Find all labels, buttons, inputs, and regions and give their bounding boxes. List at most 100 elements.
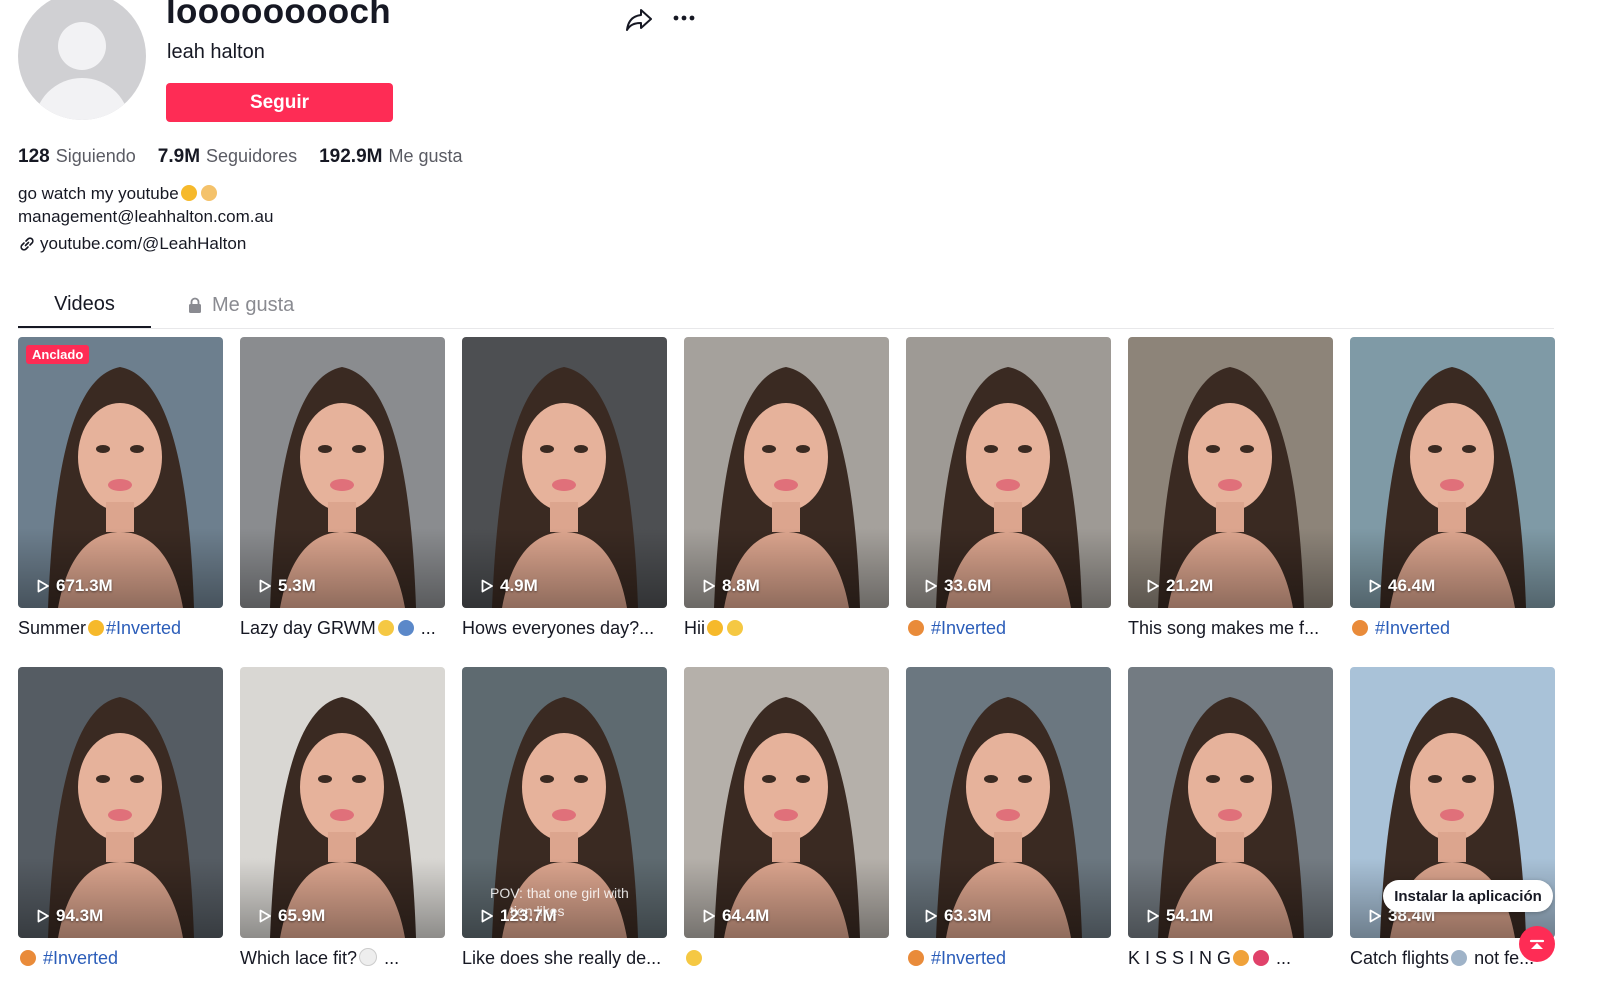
- emoji-icon: [707, 620, 723, 636]
- view-count-text: 94.3M: [56, 906, 104, 925]
- thumbnail-image: [684, 337, 889, 608]
- caption-hashtag[interactable]: #Inverted: [106, 618, 181, 638]
- play-icon: [37, 909, 49, 923]
- heart-emoji-icon: [359, 948, 378, 966]
- pinned-badge: Anclado: [26, 345, 90, 364]
- video-card[interactable]: 94.3M #Inverted: [18, 667, 223, 970]
- video-thumbnail[interactable]: 21.2M: [1128, 337, 1333, 608]
- avatar-body-shape: [34, 78, 130, 120]
- video-view-count: 63.3M: [924, 906, 991, 926]
- video-card[interactable]: 8.8M Hii: [684, 337, 889, 640]
- view-count-text: 8.8M: [722, 576, 760, 595]
- video-card[interactable]: 4.9M Hows everyones day?...: [462, 337, 667, 640]
- video-thumbnail[interactable]: 5.3M: [240, 337, 445, 608]
- emoji-icon: [908, 950, 924, 966]
- video-thumbnail[interactable]: 64.4M: [684, 667, 889, 938]
- following-label[interactable]: Siguiendo: [56, 146, 136, 167]
- emoji-icon: [908, 620, 924, 636]
- likes-count: 192.9M: [319, 146, 383, 167]
- caption-text: Lazy day GRWM: [240, 618, 376, 638]
- video-thumbnail[interactable]: 46.4M: [1350, 337, 1555, 608]
- share-icon[interactable]: [624, 4, 654, 34]
- thumbnail-image: [906, 667, 1111, 938]
- thumbnail-image: [684, 667, 889, 938]
- install-app-button[interactable]: Instalar la aplicación: [1383, 880, 1553, 912]
- lips-emoji-icon: [1253, 950, 1270, 966]
- video-caption[interactable]: #Inverted: [18, 946, 223, 970]
- tab-videos[interactable]: Videos: [18, 284, 151, 328]
- video-card[interactable]: 38.4M Catch flights not fe...: [1350, 667, 1555, 970]
- video-view-count: 46.4M: [1368, 576, 1435, 596]
- video-caption[interactable]: Summer #Inverted: [18, 616, 223, 640]
- video-card[interactable]: 21.2M This song makes me f...: [1128, 337, 1333, 640]
- play-icon: [259, 579, 271, 593]
- video-view-count: 94.3M: [36, 906, 103, 926]
- caption-trail: ...: [420, 618, 436, 638]
- play-icon: [925, 909, 937, 923]
- following-count[interactable]: 128: [18, 146, 50, 168]
- view-count-text: 671.3M: [56, 576, 113, 595]
- followers-count[interactable]: 7.9M: [158, 146, 200, 168]
- caption-hashtag[interactable]: #Inverted: [1375, 618, 1450, 638]
- bio-line-1-text: go watch my youtube: [18, 184, 179, 203]
- followers-label[interactable]: Seguidores: [206, 146, 297, 167]
- caption-hashtag[interactable]: #Inverted: [931, 948, 1006, 968]
- video-card[interactable]: 5.3M Lazy day GRWM ...: [240, 337, 445, 640]
- video-card[interactable]: 64.4M: [684, 667, 889, 970]
- scroll-top-button[interactable]: [1519, 926, 1555, 962]
- video-card[interactable]: 54.1M K I S S I N G ...: [1128, 667, 1333, 970]
- caption-hashtag[interactable]: #Inverted: [931, 618, 1006, 638]
- profile-avatar[interactable]: [18, 0, 146, 120]
- profile-link[interactable]: youtube.com/@LeahHalton: [18, 234, 246, 254]
- video-caption[interactable]: #Inverted: [1350, 616, 1555, 640]
- caption-trail: ...: [384, 948, 400, 968]
- video-thumbnail[interactable]: 94.3M: [18, 667, 223, 938]
- video-caption[interactable]: #Inverted: [906, 616, 1111, 640]
- video-caption[interactable]: #Inverted: [906, 946, 1111, 970]
- thumbnail-image: [1350, 337, 1555, 608]
- video-view-count: 671.3M: [36, 576, 113, 596]
- thumbnail-image: [240, 667, 445, 938]
- play-icon: [1147, 909, 1159, 923]
- video-thumbnail[interactable]: 65.9M: [240, 667, 445, 938]
- video-thumbnail[interactable]: Anclado 671.3M: [18, 337, 223, 608]
- video-card[interactable]: Anclado 671.3M Summer #Inverted: [18, 337, 223, 640]
- video-view-count: 4.9M: [480, 576, 538, 596]
- video-card[interactable]: 33.6M #Inverted: [906, 337, 1111, 640]
- video-thumbnail[interactable]: 63.3M: [906, 667, 1111, 938]
- caption-text: Hows everyones day?...: [462, 618, 655, 638]
- video-view-count: 8.8M: [702, 576, 760, 596]
- tab-liked-label[interactable]: Me gusta: [212, 285, 294, 325]
- video-thumbnail[interactable]: 8.8M: [684, 337, 889, 608]
- video-thumbnail[interactable]: POV: that one girl with tion likes 123.7M: [462, 667, 667, 938]
- caption-text: Summer: [18, 618, 87, 638]
- peace-hand-emoji-icon: [200, 185, 217, 201]
- view-count-text: 54.1M: [1166, 906, 1214, 925]
- video-thumbnail[interactable]: 33.6M: [906, 337, 1111, 608]
- video-view-count: 65.9M: [258, 906, 325, 926]
- video-card[interactable]: 46.4M #Inverted: [1350, 337, 1555, 640]
- caption-hashtag[interactable]: #Inverted: [43, 948, 118, 968]
- video-caption[interactable]: Like does she really de...: [462, 946, 667, 970]
- video-caption[interactable]: Which lace fit? ...: [240, 946, 445, 970]
- video-thumbnail[interactable]: 54.1M: [1128, 667, 1333, 938]
- video-caption[interactable]: [684, 946, 889, 970]
- video-caption[interactable]: This song makes me f...: [1128, 616, 1333, 640]
- profile-link-text[interactable]: youtube.com/@LeahHalton: [40, 234, 246, 254]
- video-view-count: 64.4M: [702, 906, 769, 926]
- video-card[interactable]: 63.3M #Inverted: [906, 667, 1111, 970]
- view-count-text: 65.9M: [278, 906, 326, 925]
- tab-liked[interactable]: Me gusta: [186, 284, 294, 326]
- follow-button[interactable]: Seguir: [166, 83, 393, 122]
- bio-line-1: go watch my youtube: [18, 182, 273, 205]
- video-thumbnail[interactable]: 4.9M: [462, 337, 667, 608]
- thumbnail-image: [18, 667, 223, 938]
- video-caption[interactable]: Lazy day GRWM ...: [240, 616, 445, 640]
- video-card[interactable]: 65.9M Which lace fit? ...: [240, 667, 445, 970]
- video-caption[interactable]: Hows everyones day?...: [462, 616, 667, 640]
- more-icon[interactable]: [670, 4, 700, 34]
- profile-username: looooooooch: [166, 0, 391, 31]
- video-caption[interactable]: Hii: [684, 616, 889, 640]
- video-card[interactable]: POV: that one girl with tion likes 123.7M L…: [462, 667, 667, 970]
- video-caption[interactable]: K I S S I N G ...: [1128, 946, 1333, 970]
